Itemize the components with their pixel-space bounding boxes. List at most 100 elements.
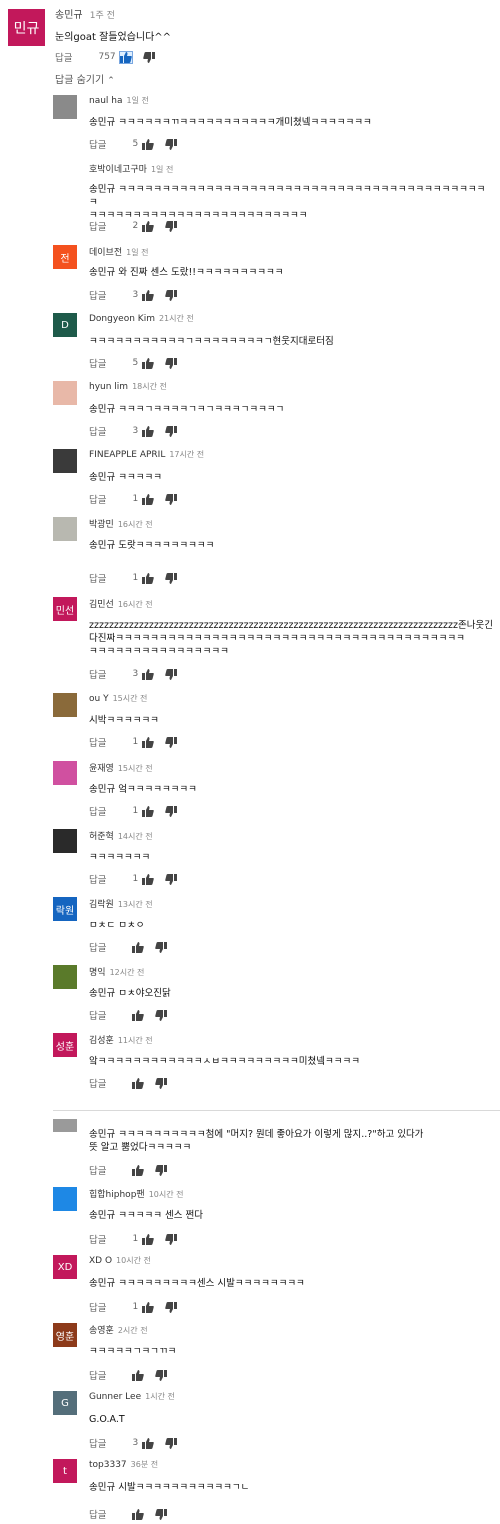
avatar[interactable] <box>53 693 77 717</box>
reply-button[interactable]: 답글 <box>89 356 106 370</box>
comment-time[interactable]: 1주 전 <box>90 11 115 21</box>
thumbs-up-icon[interactable] <box>142 289 154 301</box>
thumbs-down-icon[interactable] <box>165 1301 178 1313</box>
reply-button[interactable]: 답글 <box>89 735 106 749</box>
avatar[interactable] <box>53 965 77 989</box>
avatar[interactable] <box>53 95 77 119</box>
thumbs-up-icon[interactable] <box>132 1164 145 1176</box>
avatar[interactable] <box>53 829 77 853</box>
thumbs-down-icon[interactable] <box>165 425 178 437</box>
thumbs-up-icon[interactable] <box>132 1077 145 1089</box>
reply-button[interactable]: 답글 <box>89 1008 106 1022</box>
reply-button[interactable]: 답글 <box>89 1300 106 1314</box>
thumbs-down-icon[interactable] <box>165 1233 178 1245</box>
thumbs-down-icon[interactable] <box>165 357 178 369</box>
reply-button[interactable]: 답글 <box>89 1436 106 1450</box>
avatar[interactable] <box>53 761 77 785</box>
reply-author[interactable]: 김민선 <box>89 600 114 610</box>
reply-time[interactable]: 16시간 전 <box>118 600 153 609</box>
avatar[interactable] <box>53 162 77 186</box>
reply-time[interactable]: 1일 전 <box>126 248 148 257</box>
thumbs-up-icon[interactable] <box>142 1233 154 1245</box>
reply-author[interactable]: 데이브전 <box>89 248 122 258</box>
thumbs-down-icon[interactable] <box>165 138 178 150</box>
hide-replies-button[interactable]: 답글 숨기기 ⌃ <box>55 71 115 86</box>
reply-time[interactable]: 18시간 전 <box>132 382 167 391</box>
avatar[interactable]: 락원 <box>53 897 77 921</box>
reply-button[interactable]: 답글 <box>89 940 106 954</box>
thumbs-up-icon[interactable] <box>142 736 154 748</box>
reply-button[interactable]: 답글 <box>89 288 106 302</box>
reply-author[interactable]: 명익 <box>89 968 106 978</box>
avatar[interactable]: D <box>53 313 77 337</box>
reply-button[interactable]: 답글 <box>89 804 106 818</box>
avatar[interactable]: 전 <box>53 245 77 269</box>
reply-button[interactable]: 답글 <box>89 1163 106 1177</box>
avatar[interactable] <box>53 449 77 473</box>
thumbs-down-icon[interactable] <box>165 736 178 748</box>
thumbs-up-icon[interactable] <box>142 357 154 369</box>
reply-button[interactable]: 답글 <box>55 50 72 64</box>
reply-button[interactable]: 답글 <box>89 137 106 151</box>
reply-time[interactable]: 10시간 전 <box>149 1190 184 1199</box>
thumbs-up-icon[interactable] <box>132 941 145 953</box>
reply-time[interactable]: 1일 전 <box>151 165 173 174</box>
reply-button[interactable]: 답글 <box>89 492 106 506</box>
reply-author[interactable]: FINEAPPLE APRIL <box>89 450 165 460</box>
thumbs-up-icon[interactable] <box>132 1009 145 1021</box>
thumbs-up-icon[interactable] <box>142 493 154 505</box>
reply-author[interactable]: Dongyeon Kim <box>89 314 155 324</box>
thumbs-down-icon[interactable] <box>155 1369 168 1381</box>
reply-author[interactable]: 박광민 <box>89 520 114 530</box>
reply-author[interactable]: top3337 <box>89 1460 127 1470</box>
reply-author[interactable]: 송영훈 <box>89 1326 114 1336</box>
thumbs-down-icon[interactable] <box>165 873 178 885</box>
reply-button[interactable]: 답글 <box>89 1507 106 1521</box>
thumbs-up-icon[interactable] <box>132 1369 145 1381</box>
reply-time[interactable]: 16시간 전 <box>118 520 153 529</box>
reply-time[interactable]: 36분 전 <box>131 1460 158 1469</box>
reply-time[interactable]: 15시간 전 <box>113 694 148 703</box>
reply-time[interactable]: 15시간 전 <box>118 764 153 773</box>
reply-time[interactable]: 11시간 전 <box>118 1036 153 1045</box>
reply-time[interactable]: 17시간 전 <box>169 450 204 459</box>
thumbs-down-icon[interactable] <box>142 51 155 63</box>
avatar[interactable]: XD <box>53 1255 77 1279</box>
reply-time[interactable]: 2시간 전 <box>118 1326 148 1335</box>
thumbs-down-icon[interactable] <box>155 1508 168 1520</box>
reply-button[interactable]: 답글 <box>89 1076 106 1090</box>
reply-author[interactable]: hyun lim <box>89 382 128 392</box>
reply-button[interactable]: 답글 <box>89 667 106 681</box>
reply-button[interactable]: 답글 <box>89 424 106 438</box>
thumbs-up-icon[interactable] <box>142 138 154 150</box>
reply-author[interactable]: 김성훈 <box>89 1036 114 1046</box>
reply-button[interactable]: 답글 <box>89 219 106 233</box>
avatar[interactable] <box>53 1187 77 1211</box>
thumbs-up-icon[interactable] <box>142 1301 154 1313</box>
avatar[interactable]: 민규 <box>8 9 45 46</box>
reply-button[interactable]: 답글 <box>89 571 106 585</box>
thumbs-up-icon[interactable] <box>142 1437 154 1449</box>
thumbs-up-icon[interactable] <box>132 1508 145 1520</box>
reply-author[interactable]: Gunner Lee <box>89 1392 141 1402</box>
reply-time[interactable]: 10시간 전 <box>116 1256 151 1265</box>
thumbs-down-icon[interactable] <box>165 493 178 505</box>
thumbs-down-icon[interactable] <box>165 805 178 817</box>
avatar[interactable]: t <box>53 1459 77 1483</box>
reply-time[interactable]: 14시간 전 <box>118 832 153 841</box>
avatar[interactable]: 민선 <box>53 597 77 621</box>
comment-author[interactable]: 송민규 <box>55 10 83 21</box>
reply-time[interactable]: 21시간 전 <box>159 314 194 323</box>
reply-author[interactable]: 윤재영 <box>89 764 114 774</box>
reply-author[interactable]: 힙합hiphop팬 <box>89 1190 145 1200</box>
thumbs-down-icon[interactable] <box>155 1009 168 1021</box>
thumbs-down-icon[interactable] <box>165 1437 178 1449</box>
avatar[interactable] <box>53 1119 77 1132</box>
avatar[interactable]: G <box>53 1391 77 1415</box>
thumbs-down-icon[interactable] <box>165 289 178 301</box>
reply-time[interactable]: 12시간 전 <box>110 968 145 977</box>
thumbs-up-icon[interactable] <box>142 805 154 817</box>
thumbs-down-icon[interactable] <box>165 668 178 680</box>
reply-time[interactable]: 1시간 전 <box>145 1392 175 1401</box>
thumbs-up-icon[interactable] <box>142 668 154 680</box>
